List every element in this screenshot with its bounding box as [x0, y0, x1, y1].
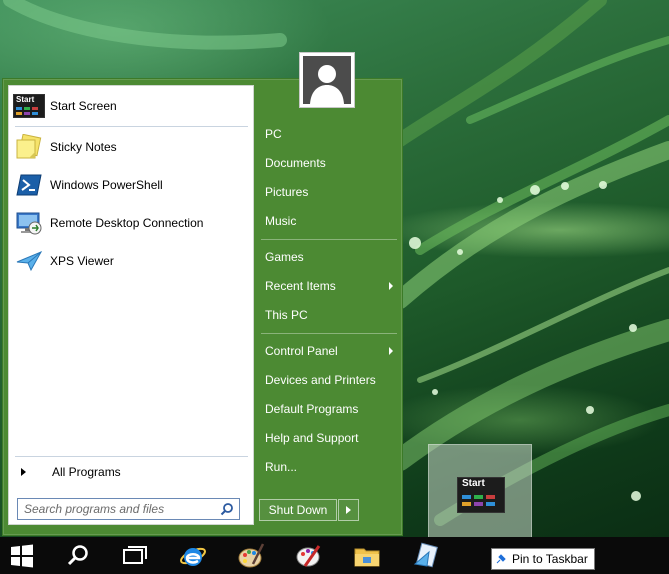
start-button[interactable] [0, 537, 44, 574]
menu-item-label: Games [265, 250, 304, 264]
menu-item-default-programs[interactable]: Default Programs [265, 397, 399, 421]
menu-item-label: Run... [265, 460, 298, 474]
menu-item-label: Help and Support [265, 431, 359, 445]
taskbar-paint-palette[interactable] [287, 537, 331, 574]
task-view-button[interactable] [113, 537, 157, 574]
menu-item-label: Devices and Printers [265, 373, 376, 387]
start-menu: Start Start Screen Sticky Notes Windows … [2, 78, 403, 536]
menu-item-run[interactable]: Run... [265, 455, 399, 479]
menu-item-recent-items[interactable]: Recent Items [265, 274, 399, 298]
drag-preview: Start [428, 444, 532, 542]
task-view-icon [123, 545, 147, 564]
tooltip-label: Pin to Taskbar [512, 552, 588, 566]
file-explorer-icon [354, 548, 380, 566]
program-sticky-notes[interactable]: Sticky Notes [13, 132, 249, 162]
all-programs-label: All Programs [52, 465, 121, 479]
paint-icon [238, 542, 265, 567]
menu-item-control-panel[interactable]: Control Panel [265, 339, 399, 363]
program-xps-viewer[interactable]: XPS Viewer [13, 246, 249, 276]
taskbar-paint[interactable] [229, 537, 273, 574]
taskbar-xps-document[interactable] [403, 537, 447, 574]
menu-item-pictures[interactable]: Pictures [265, 180, 399, 204]
menu-item-label: PC [265, 127, 282, 141]
menu-item-this-pc[interactable]: This PC [265, 303, 399, 327]
xps-document-icon [413, 542, 438, 567]
user-silhouette-icon [310, 65, 344, 104]
menu-item-label: Documents [265, 156, 326, 170]
menu-item-label: Default Programs [265, 402, 359, 416]
sticky-notes-icon [13, 133, 45, 161]
shutdown-label: Shut Down [268, 503, 328, 517]
menu-item-music[interactable]: Music [265, 209, 399, 233]
start-screen-icon: Start [13, 92, 45, 120]
program-start-screen[interactable]: Start Start Screen [13, 91, 249, 121]
taskbar-search-button[interactable] [56, 537, 100, 574]
menu-item-label: Control Panel [265, 344, 338, 358]
start-screen-icon: Start [457, 477, 505, 513]
pin-icon [496, 554, 506, 564]
all-programs-separator [15, 456, 248, 457]
shutdown-button[interactable]: Shut Down [259, 499, 337, 521]
program-label: Remote Desktop Connection [50, 216, 204, 230]
remote-desktop-icon [13, 209, 45, 237]
program-label: XPS Viewer [50, 254, 114, 268]
shutdown-options-button[interactable] [338, 499, 359, 521]
program-windows-powershell[interactable]: Windows PowerShell [13, 170, 249, 200]
menu-separator [261, 333, 397, 334]
all-programs-button[interactable]: All Programs [13, 461, 249, 483]
menu-item-documents[interactable]: Documents [265, 151, 399, 175]
menu-item-label: This PC [265, 308, 308, 322]
taskbar-file-explorer[interactable] [345, 537, 389, 574]
search-icon[interactable] [220, 502, 234, 516]
powershell-icon [13, 171, 45, 199]
user-avatar[interactable] [299, 52, 355, 108]
menu-item-help-support[interactable]: Help and Support [265, 426, 399, 450]
menu-item-label: Recent Items [265, 279, 336, 293]
paint-palette-icon [296, 544, 321, 567]
program-remote-desktop[interactable]: Remote Desktop Connection [13, 208, 249, 238]
programs-separator [15, 126, 248, 127]
program-label: Sticky Notes [50, 140, 117, 154]
program-label: Windows PowerShell [50, 178, 163, 192]
search-icon [67, 544, 88, 565]
menu-item-label: Pictures [265, 185, 309, 199]
drag-tile-text: Start [462, 478, 485, 489]
menu-item-label: Music [265, 214, 297, 228]
expand-arrow-icon [21, 468, 26, 476]
taskbar-internet-explorer[interactable] [171, 537, 215, 574]
menu-item-pc[interactable]: PC [265, 122, 399, 146]
search-box[interactable] [17, 498, 240, 520]
chevron-right-icon [346, 506, 351, 514]
internet-explorer-icon [180, 547, 206, 566]
windows-start-icon [11, 544, 33, 567]
xps-viewer-icon [13, 247, 45, 275]
search-input[interactable] [22, 501, 216, 517]
pin-to-taskbar-tooltip: Pin to Taskbar [491, 548, 595, 570]
submenu-arrow-icon [389, 347, 393, 355]
program-label: Start Screen [50, 99, 117, 113]
menu-item-devices-printers[interactable]: Devices and Printers [265, 368, 399, 392]
start-tile-text: Start [16, 95, 35, 104]
programs-pane: Start Start Screen Sticky Notes Windows … [8, 85, 254, 525]
menu-item-games[interactable]: Games [265, 245, 399, 269]
menu-separator [261, 239, 397, 240]
submenu-arrow-icon [389, 282, 393, 290]
